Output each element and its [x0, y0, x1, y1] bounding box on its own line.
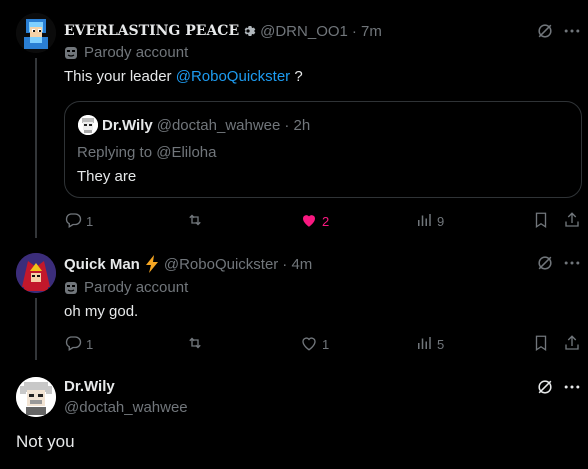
retweet-button[interactable] — [186, 211, 204, 232]
reply-icon — [64, 334, 82, 355]
tweet-text: oh my god. — [64, 303, 139, 320]
retweet-icon — [186, 334, 204, 355]
main-tweet-text: Not you — [16, 432, 75, 451]
like-icon — [300, 334, 318, 355]
lightning-icon — [144, 255, 160, 273]
reply-icon — [64, 211, 82, 232]
parody-label: Parody account — [84, 44, 189, 61]
like-button[interactable]: 1 — [300, 334, 329, 355]
reply-button[interactable]: 1 — [64, 211, 93, 232]
like-icon — [300, 211, 318, 232]
handle[interactable]: @RoboQuickster — [164, 256, 278, 273]
parody-mask-icon — [64, 281, 78, 295]
share-button[interactable] — [563, 211, 581, 232]
display-name[interactable]: EVERLASTING PEACE — [64, 23, 239, 39]
more-button[interactable] — [562, 253, 582, 277]
quote-timestamp[interactable]: · 2h — [284, 117, 310, 134]
bookmark-button[interactable] — [532, 334, 550, 355]
mention-link[interactable]: @RoboQuickster — [176, 68, 290, 85]
grok-button[interactable] — [535, 253, 555, 277]
avatar-quick-man[interactable] — [16, 253, 56, 293]
replying-to-label: Replying to — [77, 144, 157, 161]
more-icon — [562, 260, 582, 277]
thread-line-2 — [35, 298, 37, 360]
display-name[interactable]: Quick Man — [64, 256, 140, 273]
like-count: 2 — [322, 214, 330, 229]
timestamp[interactable]: · 7m — [352, 23, 382, 40]
bookmark-icon — [532, 211, 550, 232]
retweet-button[interactable] — [186, 334, 204, 355]
views-icon — [415, 211, 433, 232]
verified-gear-icon — [240, 23, 256, 39]
avatar-everlasting-peace[interactable] — [16, 13, 56, 53]
replying-to-mention[interactable]: @Eliloha — [156, 144, 216, 161]
share-icon — [563, 211, 581, 232]
tweet-text-suffix: ? — [290, 68, 303, 85]
handle[interactable]: @doctah_wahwee — [64, 399, 188, 416]
bookmark-button[interactable] — [532, 211, 550, 232]
share-button[interactable] — [563, 334, 581, 355]
timestamp[interactable]: · 4m — [282, 256, 312, 273]
quote-handle[interactable]: @doctah_wahwee — [157, 117, 281, 134]
bookmark-icon — [532, 334, 550, 355]
grok-icon — [535, 24, 555, 45]
avatar-dr-wily[interactable] — [16, 377, 56, 417]
reply-count: 1 — [86, 214, 94, 229]
grok-button[interactable] — [535, 21, 555, 45]
more-icon — [562, 384, 582, 401]
quote-tweet[interactable]: Dr.Wily @doctah_wahwee · 2h Replying to … — [64, 101, 582, 198]
views-icon — [415, 334, 433, 355]
thread-line — [35, 58, 37, 238]
grok-button[interactable] — [535, 377, 555, 401]
retweet-icon — [186, 211, 204, 232]
more-button[interactable] — [562, 377, 582, 401]
parody-label: Parody account — [84, 279, 189, 296]
views-button[interactable]: 9 — [415, 211, 444, 232]
display-name[interactable]: Dr.Wily — [64, 378, 115, 395]
share-icon — [563, 334, 581, 355]
like-count: 1 — [322, 337, 330, 352]
handle[interactable]: @DRN_OO1 — [260, 23, 348, 40]
quote-display-name[interactable]: Dr.Wily — [102, 117, 153, 134]
tweet-text: This your leader — [64, 68, 176, 85]
grok-icon — [535, 380, 555, 401]
parody-mask-icon — [64, 46, 78, 60]
reply-button[interactable]: 1 — [64, 334, 93, 355]
views-count: 5 — [437, 337, 445, 352]
like-button[interactable]: 2 — [300, 211, 329, 232]
more-button[interactable] — [562, 21, 582, 45]
quote-text: They are — [77, 168, 137, 185]
grok-icon — [535, 256, 555, 277]
views-button[interactable]: 5 — [415, 334, 444, 355]
views-count: 9 — [437, 214, 445, 229]
reply-count: 1 — [86, 337, 94, 352]
avatar-dr-wily-small[interactable] — [78, 115, 98, 135]
more-icon — [562, 28, 582, 45]
